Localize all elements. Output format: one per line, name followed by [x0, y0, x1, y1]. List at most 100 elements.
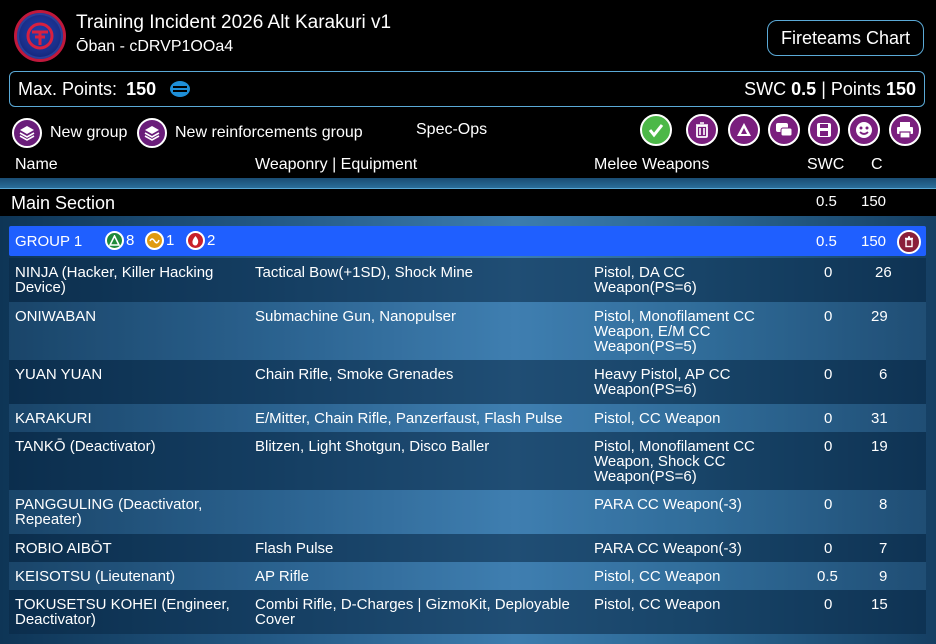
- group-row[interactable]: GROUP 1 8 1 2 0.5 150: [9, 226, 926, 256]
- unit-swc: 0: [824, 308, 833, 325]
- col-c: C: [871, 156, 883, 173]
- unit-melee: Pistol, CC Weapon: [594, 596, 721, 613]
- points-value: 150: [885, 79, 916, 99]
- unit-melee: PARA CC Weapon(-3): [594, 540, 742, 557]
- unit-name: KEISOTSU (Lieutenant): [15, 568, 176, 585]
- col-swc: SWC: [807, 156, 845, 173]
- oban-faction-logo-icon: [14, 10, 66, 62]
- unit-row[interactable]: ONIWABAN Submachine Gun, Nanopulser Pist…: [9, 302, 926, 360]
- unit-swc: 0: [824, 366, 833, 383]
- points-label: Points: [830, 79, 881, 99]
- irregular-count: 1: [166, 232, 175, 249]
- unit-c: 7: [879, 540, 888, 557]
- column-headers: Name Weaponry | Equipment Melee Weapons …: [0, 150, 936, 178]
- unit-row[interactable]: TOKUSETSU KOHEI (Engineer, Deactivator) …: [9, 590, 926, 634]
- irregular-order-badge: 1: [145, 231, 174, 250]
- swc-points-summary: SWC 0.5 | Points 150: [744, 79, 916, 100]
- unit-swc: 0: [824, 410, 833, 427]
- unit-melee: PARA CC Weapon(-3): [594, 496, 742, 513]
- unit-c: 15: [871, 596, 888, 613]
- impetuous-order-badge: 2: [186, 231, 215, 250]
- group-swc: 0.5: [816, 233, 837, 250]
- unit-c: 8: [879, 496, 888, 513]
- main-section-c: 150: [861, 193, 887, 210]
- unit-melee: Pistol, Monofilament CC Weapon, E/M CC W…: [594, 308, 755, 355]
- unit-row[interactable]: NINJA (Hacker, Killer Hacking Device) Ta…: [9, 258, 926, 302]
- points-selector-icon[interactable]: [169, 80, 191, 103]
- unit-melee: Pistol, CC Weapon: [594, 410, 721, 427]
- unit-swc: 0: [824, 596, 833, 613]
- delete-group-icon[interactable]: [897, 230, 921, 254]
- print-icon[interactable]: [889, 114, 921, 146]
- unit-name: ONIWABAN: [15, 308, 97, 325]
- unit-row[interactable]: KEISOTSU (Lieutenant) AP Rifle Pistol, C…: [9, 562, 926, 590]
- summary-separator: |: [821, 79, 826, 99]
- impetuous-order-icon: [186, 231, 205, 250]
- impetuous-count: 2: [207, 232, 216, 249]
- army-icon[interactable]: [728, 114, 760, 146]
- col-name: Name: [15, 156, 58, 173]
- unit-weapons: Chain Rifle, Smoke Grenades: [255, 366, 454, 383]
- unit-weapons: Flash Pulse: [255, 540, 334, 557]
- spec-ops-button[interactable]: Spec-Ops: [416, 121, 487, 139]
- group-c: 150: [861, 233, 887, 250]
- trash-icon[interactable]: [686, 114, 718, 146]
- unit-swc: 0: [824, 540, 833, 557]
- new-reinforcements-group-button[interactable]: New reinforcements group: [137, 118, 363, 148]
- unit-row[interactable]: TANKŌ (Deactivator) Blitzen, Light Shotg…: [9, 432, 926, 490]
- group-label: GROUP 1: [15, 233, 83, 250]
- unit-weapons: Tactical Bow(+1SD), Shock Mine: [255, 264, 473, 281]
- max-points: Max. Points: 150: [18, 79, 156, 100]
- max-points-label: Max. Points:: [18, 79, 118, 99]
- regular-order-icon: [105, 231, 124, 250]
- regular-count: 8: [126, 232, 135, 249]
- list-subtitle: Ōban - cDRVP1OOa4: [76, 38, 234, 55]
- unit-weapons: E/Mitter, Chain Rifle, Panzerfaust, Flas…: [255, 410, 563, 427]
- unit-name: TOKUSETSU KOHEI (Engineer, Deactivator): [15, 596, 230, 628]
- points-bar: Max. Points: 150 SWC 0.5 | Points 150: [9, 71, 925, 107]
- regular-order-badge: 8: [105, 231, 134, 250]
- unit-melee: Pistol, Monofilament CC Weapon, Shock CC…: [594, 438, 755, 485]
- unit-c: 19: [871, 438, 888, 455]
- army-header: Training Incident 2026 Alt Karakuri v1 Ō…: [0, 0, 936, 68]
- unit-row[interactable]: YUAN YUAN Chain Rifle, Smoke Grenades He…: [9, 360, 926, 404]
- unit-swc: 0: [824, 264, 833, 281]
- unit-melee: Pistol, DA CC Weapon(PS=6): [594, 264, 697, 296]
- unit-row[interactable]: PANGGULING (Deactivator, Repeater) PARA …: [9, 490, 926, 534]
- save-icon[interactable]: [808, 114, 840, 146]
- unit-name: YUAN YUAN: [15, 366, 103, 383]
- main-section-title: Main Section: [11, 193, 116, 213]
- chat-icon[interactable]: [768, 114, 800, 146]
- unit-weapons: Combi Rifle, D-Charges | GizmoKit, Deplo…: [255, 596, 570, 628]
- col-weaponry: Weaponry | Equipment: [255, 156, 418, 173]
- max-points-value[interactable]: 150: [126, 79, 156, 99]
- unit-name: ROBIO AIBŌT: [15, 540, 112, 557]
- header-divider: [0, 178, 936, 188]
- unit-c: 6: [879, 366, 888, 383]
- unit-row[interactable]: KARAKURI E/Mitter, Chain Rifle, Panzerfa…: [9, 404, 926, 432]
- unit-weapons: AP Rifle: [255, 568, 309, 585]
- fireteams-chart-button[interactable]: Fireteams Chart: [767, 20, 924, 56]
- col-melee: Melee Weapons: [594, 156, 710, 173]
- unit-name: KARAKURI: [15, 410, 92, 427]
- add-reinforcements-icon: [137, 118, 167, 148]
- new-group-label: New group: [50, 124, 128, 141]
- list-title: Training Incident 2026 Alt Karakuri v1: [76, 12, 392, 33]
- unit-swc: 0: [824, 438, 833, 455]
- smile-icon[interactable]: [848, 114, 880, 146]
- unit-c: 9: [879, 568, 888, 585]
- unit-swc: 0.5: [817, 568, 838, 585]
- add-group-icon: [12, 118, 42, 148]
- swc-label: SWC: [744, 79, 787, 99]
- unit-melee: Heavy Pistol, AP CC Weapon(PS=6): [594, 366, 731, 398]
- swc-value: 0.5: [791, 79, 817, 99]
- main-section-swc: 0.5: [816, 193, 837, 210]
- validate-icon[interactable]: [640, 114, 672, 146]
- unit-row[interactable]: ROBIO AIBŌT Flash Pulse PARA CC Weapon(-…: [9, 534, 926, 562]
- new-group-button[interactable]: New group: [12, 118, 127, 148]
- unit-name: TANKŌ (Deactivator): [15, 438, 156, 455]
- irregular-order-icon: [145, 231, 164, 250]
- unit-swc: 0: [824, 496, 833, 513]
- unit-c: 26: [875, 264, 892, 281]
- main-section-header: Main Section 0.5 150: [0, 188, 936, 216]
